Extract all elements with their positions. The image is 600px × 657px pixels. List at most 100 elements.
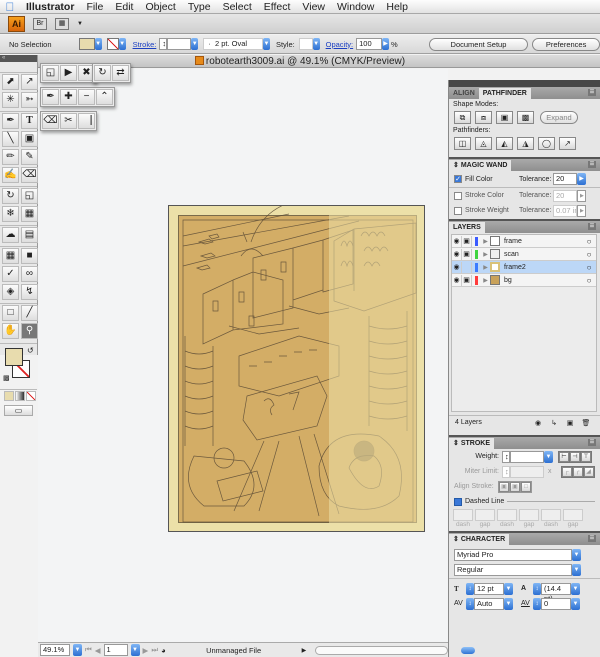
layer-row-frame2[interactable]: ◉ ▶ frame2 ○	[452, 261, 596, 274]
magic-wand-title[interactable]: ⇕ MAGIC WAND	[449, 160, 512, 171]
add-anchor-flyout-icon[interactable]: ✚	[60, 89, 77, 105]
status-menu-icon[interactable]: ▶	[302, 647, 307, 654]
magic-wand-tool-icon[interactable]: ✳	[2, 92, 19, 108]
tab-align[interactable]: ALIGN	[449, 88, 479, 99]
apple-menu-icon[interactable]: 	[0, 0, 20, 14]
make-clipping-mask-icon[interactable]: ◉	[530, 419, 546, 427]
zoom-tool-icon[interactable]: ⚲	[21, 323, 38, 339]
zoom-dropdown[interactable]: ▼	[73, 644, 82, 656]
leading-dropdown[interactable]: ▼	[571, 582, 580, 595]
page-input[interactable]: 1	[103, 644, 128, 656]
opacity-input[interactable]: 100	[356, 38, 383, 50]
lock-icon[interactable]: ▣	[462, 235, 472, 247]
menu-view[interactable]: View	[296, 0, 331, 14]
layer-name[interactable]: scan	[504, 251, 582, 258]
arrange-dropdown-icon[interactable]: ▼	[77, 21, 83, 27]
document-setup-button[interactable]: Document Setup	[428, 37, 529, 51]
screen-mode-button[interactable]: ▭	[4, 405, 33, 416]
stroke-swatch[interactable]	[106, 38, 119, 50]
mesh-tool-icon[interactable]: ▦	[2, 248, 19, 264]
blend-tool-icon[interactable]: ∞	[21, 266, 38, 282]
panel-dock-header[interactable]	[449, 80, 600, 87]
expand-triangle-icon[interactable]: ▶	[481, 277, 490, 284]
hand-tool-icon[interactable]: ✋	[2, 323, 19, 339]
page-dropdown[interactable]: ▼	[130, 644, 140, 656]
last-page-icon[interactable]: ⏭	[151, 645, 158, 655]
reshape-flyout-icon[interactable]: ▶	[60, 65, 77, 81]
swap-fill-stroke-icon[interactable]: ↺	[27, 346, 34, 355]
round-join-icon[interactable]: ╭	[572, 466, 583, 477]
symbol-sprayer-tool-icon[interactable]: ☁	[2, 227, 19, 243]
tracking-input[interactable]: 0	[541, 597, 571, 610]
kerning-input[interactable]: Auto	[474, 597, 504, 610]
tracking-dropdown[interactable]: ▼	[571, 597, 580, 610]
merge-icon[interactable]: ◭	[496, 137, 513, 150]
none-mode-icon[interactable]	[26, 391, 36, 401]
stroke-weight-input[interactable]	[167, 38, 192, 50]
selection-tool-icon[interactable]: ⬈	[2, 74, 19, 90]
miter-join-icon[interactable]: ┌	[561, 466, 572, 477]
tab-pathfinder[interactable]: PATHFINDER	[478, 88, 531, 99]
font-style-dropdown[interactable]: ▼	[572, 564, 581, 576]
convert-anchor-flyout-icon[interactable]: ⌃	[96, 89, 113, 105]
first-page-icon[interactable]: ⏮	[85, 645, 92, 655]
weight-stepper[interactable]: ↕	[502, 450, 510, 463]
layer-row-scan[interactable]: ◉ ▣ ▶ scan ○	[452, 248, 596, 261]
kerning-dropdown[interactable]: ▼	[504, 597, 513, 610]
menu-effect[interactable]: Effect	[258, 0, 297, 14]
fill-color-checkbox[interactable]: ✓	[454, 175, 462, 183]
layer-row-bg[interactable]: ◉ ▣ ▶ bg ○	[452, 274, 596, 287]
kerning-stepper[interactable]: ↕	[466, 597, 474, 610]
fill-tolerance-dropdown[interactable]: ▶	[577, 173, 586, 185]
panel-menu-icon[interactable]: ☰	[588, 223, 596, 230]
target-circle-icon[interactable]: ○	[582, 250, 596, 259]
horizontal-scrollbar[interactable]	[315, 645, 476, 655]
preferences-button[interactable]: Preferences	[532, 37, 600, 51]
app-menu[interactable]: Illustrator	[20, 0, 80, 14]
dash-3-input[interactable]	[541, 509, 561, 521]
minus-front-icon[interactable]: ⧈	[475, 111, 492, 124]
brush-dropdown[interactable]: ▼	[262, 38, 270, 50]
rotate-tool-icon[interactable]: ↻	[2, 188, 19, 204]
warp-tool-icon[interactable]: ❄	[2, 206, 19, 222]
create-layer-icon[interactable]: ▣	[562, 419, 578, 427]
dash-1-input[interactable]	[453, 509, 473, 521]
eraser-tool-icon[interactable]: ⌫	[21, 167, 38, 183]
font-family-select[interactable]: Myriad Pro	[454, 548, 572, 561]
slice-tool-icon[interactable]: ╱	[21, 305, 38, 321]
default-colors-icon[interactable]: ▩	[3, 374, 10, 382]
graph-tool-icon[interactable]: ▤	[21, 227, 38, 243]
reflect-flyout-icon[interactable]: ⇄	[112, 65, 129, 81]
butt-cap-icon[interactable]: ⊢	[559, 451, 569, 462]
visibility-eye-icon[interactable]: ◉	[452, 274, 462, 286]
gap-1-input[interactable]	[475, 509, 495, 521]
character-title[interactable]: ⇕ CHARACTER	[449, 534, 510, 545]
lock-icon[interactable]: ▣	[462, 248, 472, 260]
crop-icon[interactable]: ◮	[517, 137, 534, 150]
scale-flyout-icon[interactable]: ◱	[42, 65, 59, 81]
crop-area-tool-icon[interactable]: □	[2, 305, 19, 321]
bridge-icon[interactable]: Br	[33, 17, 47, 30]
stroke-stepper[interactable]: ↕	[159, 38, 168, 50]
fill-swatch[interactable]	[78, 38, 95, 50]
round-cap-icon[interactable]: ⊣	[570, 451, 580, 462]
delete-anchor-flyout-icon[interactable]: −	[78, 89, 95, 105]
gap-2-input[interactable]	[519, 509, 539, 521]
fill-tolerance-input[interactable]: 20	[553, 173, 577, 185]
layer-name[interactable]: frame	[504, 238, 582, 245]
menu-select[interactable]: Select	[217, 0, 258, 14]
miter-input[interactable]	[510, 465, 544, 478]
pencil-tool-icon[interactable]: ✎	[21, 149, 38, 165]
visibility-eye-icon[interactable]: ◉	[452, 261, 462, 273]
eraser-flyout-icon[interactable]: ⌫	[42, 113, 59, 129]
dashed-line-checkbox[interactable]	[454, 497, 462, 506]
visibility-eye-icon[interactable]: ◉	[452, 248, 462, 260]
expand-triangle-icon[interactable]: ▶	[481, 251, 490, 258]
menu-edit[interactable]: Edit	[109, 0, 139, 14]
minus-back-icon[interactable]: ↗	[559, 137, 576, 150]
lock-icon[interactable]: ▣	[462, 274, 472, 286]
layers-title[interactable]: LAYERS	[449, 222, 485, 233]
live-paint-tool-icon[interactable]: ◈	[2, 284, 19, 300]
font-family-dropdown[interactable]: ▼	[572, 548, 581, 561]
rectangle-tool-icon[interactable]: ▣	[21, 131, 38, 147]
